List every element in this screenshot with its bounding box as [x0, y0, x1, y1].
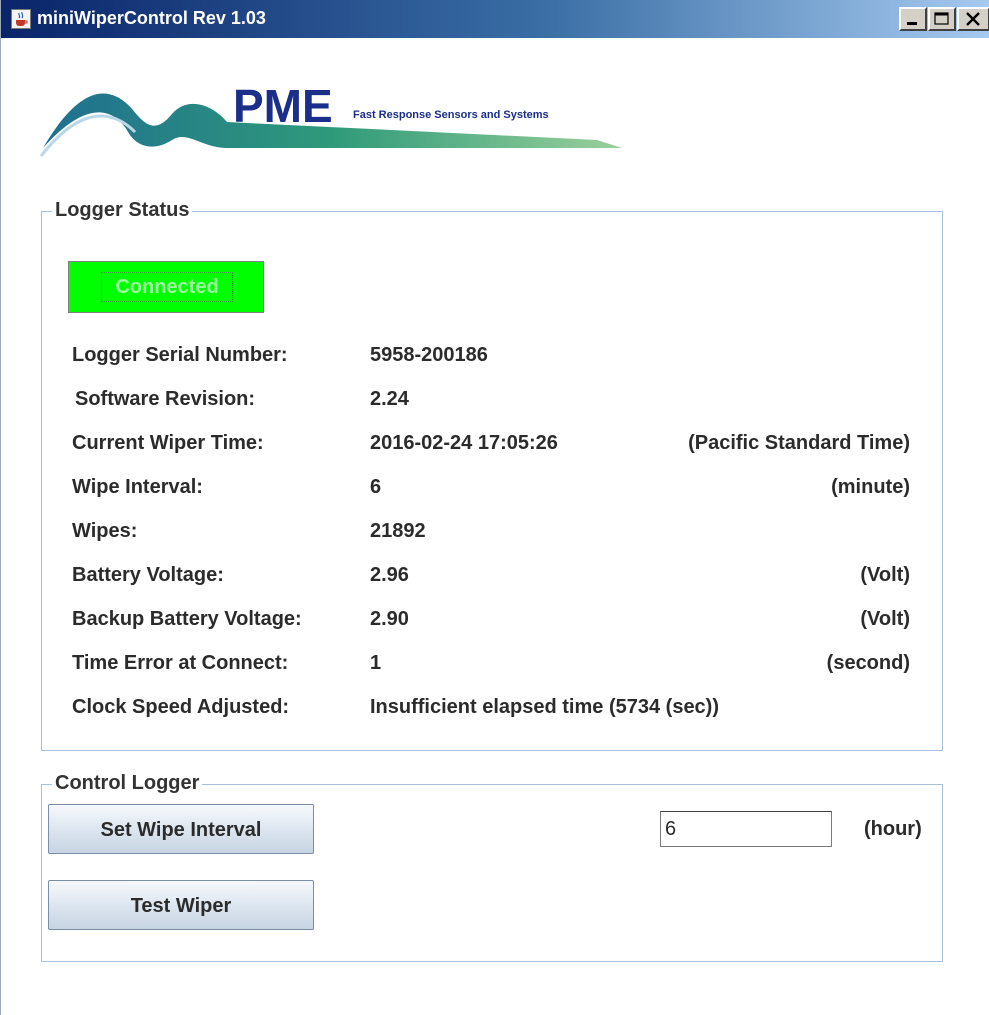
minimize-icon — [907, 22, 917, 25]
set-wipe-interval-button[interactable]: Set Wipe Interval — [48, 804, 314, 854]
wiper-time-label: Current Wiper Time: — [72, 432, 264, 454]
minimize-button[interactable] — [899, 7, 927, 31]
time-error-unit: (second) — [826, 652, 910, 674]
wipes-value: 21892 — [370, 520, 426, 542]
serial-number-value: 5958-200186 — [370, 344, 488, 366]
control-logger-group: Control Logger Set Wipe Interval (hour) … — [41, 772, 943, 962]
battery-voltage-value: 2.96 — [370, 564, 409, 586]
software-revision-value: 2.24 — [370, 388, 409, 410]
app-window: miniWiperControl Rev 1.03 PME Fast Respo… — [0, 0, 989, 1015]
wipe-interval-input[interactable] — [660, 811, 832, 847]
battery-voltage-label: Battery Voltage: — [72, 564, 224, 586]
wiper-time-zone: (Pacific Standard Time) — [688, 432, 910, 454]
time-error-label: Time Error at Connect: — [72, 652, 289, 674]
backup-battery-voltage-label: Backup Battery Voltage: — [72, 608, 302, 630]
interval-unit-label: (hour) — [864, 818, 922, 840]
clock-speed-value: Insufficient elapsed time (5734 (sec)) — [370, 696, 720, 718]
title-bar[interactable]: miniWiperControl Rev 1.03 — [1, 0, 989, 38]
wipe-interval-value: 6 — [370, 476, 382, 498]
wiper-time-value: 2016-02-24 17:05:26 — [370, 432, 558, 454]
software-revision-label: Software Revision: — [75, 388, 256, 410]
connection-status-text: Connected — [101, 272, 233, 302]
battery-voltage-unit: (Volt) — [860, 564, 910, 586]
close-icon — [966, 12, 980, 26]
serial-number-label: Logger Serial Number: — [72, 344, 288, 366]
close-button[interactable] — [957, 7, 989, 31]
window-title: miniWiperControl Rev 1.03 — [37, 8, 266, 28]
time-error-value: 1 — [370, 652, 382, 674]
logo-tagline: Fast Response Sensors and Systems — [353, 109, 549, 121]
maximize-icon — [934, 12, 949, 25]
wipes-label: Wipes: — [72, 520, 138, 542]
wipe-interval-unit: (minute) — [831, 476, 910, 498]
wipe-interval-label: Wipe Interval: — [72, 476, 203, 498]
connection-status-badge: Connected — [68, 261, 264, 313]
backup-battery-voltage-value: 2.90 — [370, 608, 409, 630]
clock-speed-label: Clock Speed Adjusted: — [72, 696, 290, 718]
java-cup-icon[interactable] — [11, 9, 31, 29]
logger-status-legend: Logger Status — [52, 199, 193, 222]
backup-battery-voltage-unit: (Volt) — [860, 608, 910, 630]
maximize-button[interactable] — [928, 7, 956, 31]
control-logger-legend: Control Logger — [52, 772, 203, 795]
logo-brand: PME — [233, 80, 333, 132]
logger-status-group: Logger Status Connected Logger Serial Nu… — [41, 199, 943, 751]
pme-logo: PME Fast Response Sensors and Systems — [37, 70, 637, 180]
test-wiper-button[interactable]: Test Wiper — [48, 880, 314, 930]
